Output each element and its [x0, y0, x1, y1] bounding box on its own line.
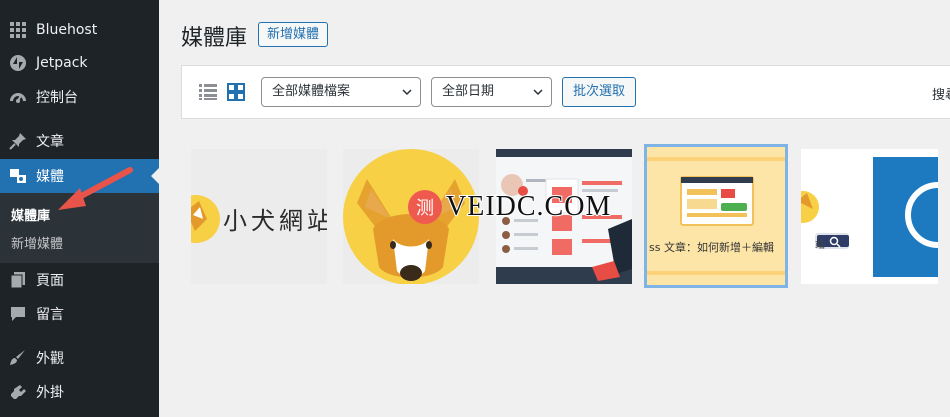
sidebar-item-label: 外觀	[36, 351, 64, 367]
brush-icon	[8, 348, 28, 368]
watermark-badge: 测	[408, 190, 442, 224]
date-filter-value: 全部日期	[442, 84, 495, 99]
media-caption: ss 文章：如何新增＋編輯	[649, 241, 774, 254]
search-label: 搜尋	[932, 88, 950, 103]
wordpress-banner-image	[801, 149, 938, 284]
media-type-filter[interactable]: 全部媒體檔案	[261, 77, 421, 107]
add-new-media-button[interactable]: 新增媒體	[258, 22, 329, 47]
chevron-down-icon	[402, 89, 412, 96]
sidebar-item-pages[interactable]: 頁面	[0, 263, 159, 297]
media-item-selected[interactable]: ss 文章：如何新增＋編輯	[644, 144, 788, 288]
date-filter[interactable]: 全部日期	[431, 77, 552, 107]
sidebar-item-comments[interactable]: 留言	[0, 297, 159, 331]
media-toolbar: 全部媒體檔案 全部日期 批次選取 搜尋	[181, 65, 950, 119]
sidebar-item-appearance[interactable]: 外觀	[0, 341, 159, 375]
annotation-arrow	[58, 167, 133, 210]
media-item[interactable]: 小犬網站	[191, 149, 327, 284]
media-caption: 小犬網站	[223, 207, 327, 235]
article-thumbnail-image	[647, 147, 785, 285]
plugin-icon	[8, 382, 28, 402]
watermark-text: VEIDC.COM	[445, 190, 612, 223]
grid-view-icon[interactable]	[227, 83, 247, 103]
comment-icon	[8, 304, 28, 324]
sidebar-item-label: 頁面	[36, 273, 64, 289]
bulk-select-button[interactable]: 批次選取	[562, 77, 637, 107]
sidebar-item-plugins[interactable]: 外掛	[0, 375, 159, 409]
list-view-icon[interactable]	[199, 83, 219, 103]
chevron-down-icon	[533, 89, 543, 96]
sidebar-item-label: 外掛	[36, 385, 64, 401]
watermark: 测 VEIDC.COM	[408, 190, 611, 224]
pages-icon	[8, 270, 28, 290]
media-caption: 站	[815, 240, 825, 251]
media-type-filter-value: 全部媒體檔案	[272, 84, 351, 99]
submenu-item-add-new[interactable]: 新增媒體	[11, 233, 63, 252]
sidebar-item-label: 留言	[36, 307, 64, 323]
page-title: 媒體庫	[181, 26, 248, 51]
media-item[interactable]: 站	[801, 149, 938, 284]
